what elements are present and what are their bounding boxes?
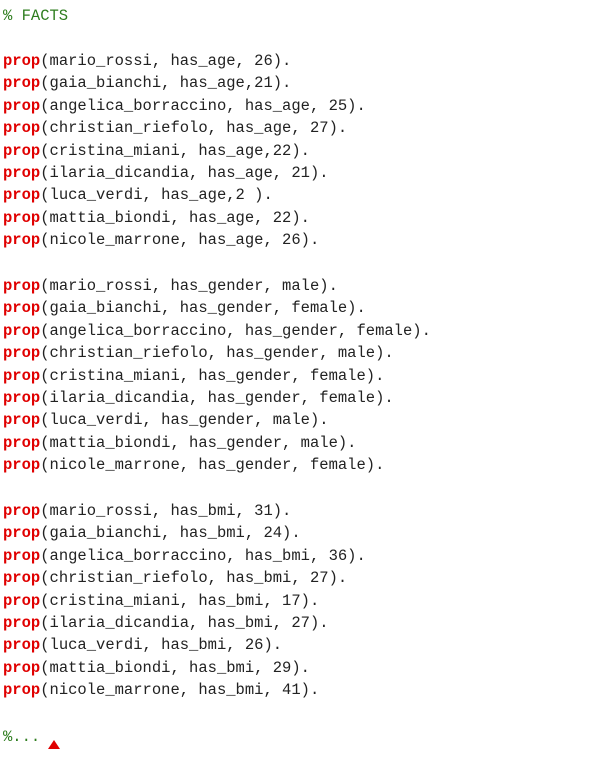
fact-arguments: (christian_riefolo, has_age, 27). xyxy=(40,119,348,138)
keyword-prop: prop xyxy=(3,74,41,93)
keyword-prop: prop xyxy=(3,366,41,385)
fact-arguments: (gaia_bianchi, has_age,21). xyxy=(40,74,292,93)
fact-arguments: (ilaria_dicandia, has_gender, female). xyxy=(40,389,394,407)
code-line-bmi-1: prop(mario_rossi, has_bmi, 31). xyxy=(3,500,291,522)
keyword-prop: prop xyxy=(3,411,41,430)
code-line-bmi-9: prop(nicole_marrone, has_bmi, 41). xyxy=(3,679,319,701)
code-line-bmi-8: prop(mattia_biondi, has_bmi, 29). xyxy=(3,657,310,679)
code-line-bmi-5: prop(cristina_miani, has_bmi, 17). xyxy=(3,590,319,612)
keyword-prop: prop xyxy=(3,658,41,677)
code-line-gender-4: prop(christian_riefolo, has_gender, male… xyxy=(3,342,394,364)
code-line-age-1: prop(mario_rossi, has_age, 26). xyxy=(3,50,291,72)
code-line-gender-8: prop(mattia_biondi, has_gender, male). xyxy=(3,432,356,454)
code-line-gender-5: prop(cristina_miani, has_gender, female)… xyxy=(3,365,384,387)
keyword-prop: prop xyxy=(3,344,41,363)
fact-arguments: (mario_rossi, has_age, 26). xyxy=(40,52,292,70)
keyword-prop: prop xyxy=(3,164,41,182)
keyword-prop: prop xyxy=(3,277,41,295)
keyword-prop: prop xyxy=(3,569,41,588)
header-comment: % FACTS xyxy=(3,7,69,25)
fact-arguments: (mattia_biondi, has_gender, male). xyxy=(40,433,357,452)
keyword-prop: prop xyxy=(3,186,41,205)
code-line-bmi-3: prop(angelica_borraccino, has_bmi, 36). xyxy=(3,545,366,567)
fact-arguments: (cristina_miani, has_bmi, 17). xyxy=(40,591,320,610)
fact-arguments: (luca_verdi, has_age,2 ). xyxy=(40,186,273,205)
keyword-prop: prop xyxy=(3,524,41,543)
keyword-prop: prop xyxy=(3,546,41,565)
keyword-prop: prop xyxy=(3,502,41,520)
fact-arguments: (angelica_borraccino, has_bmi, 36). xyxy=(40,546,366,565)
code-line-age-2: prop(gaia_bianchi, has_age,21). xyxy=(3,72,291,94)
keyword-prop: prop xyxy=(3,321,41,340)
keyword-prop: prop xyxy=(3,119,41,138)
code-line-bmi-6: prop(ilaria_dicandia, has_bmi, 27). xyxy=(3,612,329,634)
fact-arguments: (ilaria_dicandia, has_age, 21). xyxy=(40,164,329,182)
code-line-bmi-2: prop(gaia_bianchi, has_bmi, 24). xyxy=(3,522,301,544)
keyword-prop: prop xyxy=(3,681,41,700)
fact-arguments: (mario_rossi, has_gender, male). xyxy=(40,277,338,295)
fact-arguments: (christian_riefolo, has_gender, male). xyxy=(40,344,394,363)
keyword-prop: prop xyxy=(3,299,41,318)
keyword-prop: prop xyxy=(3,141,41,160)
keyword-prop: prop xyxy=(3,636,41,655)
code-line-gender-3: prop(angelica_borraccino, has_gender, fe… xyxy=(3,320,431,342)
code-line-bmi-4: prop(christian_riefolo, has_bmi, 27). xyxy=(3,567,347,589)
fact-arguments: (cristina_miani, has_gender, female). xyxy=(40,366,385,385)
fact-arguments: (angelica_borraccino, has_age, 25). xyxy=(40,96,366,115)
keyword-prop: prop xyxy=(3,456,41,475)
fact-arguments: (angelica_borraccino, has_gender, female… xyxy=(40,321,431,340)
fact-arguments: (nicole_marrone, has_age, 26). xyxy=(40,231,320,250)
keyword-prop: prop xyxy=(3,231,41,250)
fact-arguments: (gaia_bianchi, has_bmi, 24). xyxy=(40,524,301,543)
code-line-age-6: prop(ilaria_dicandia, has_age, 21). xyxy=(3,162,329,184)
fact-arguments: (luca_verdi, has_gender, male). xyxy=(40,411,329,430)
code-line-age-7: prop(luca_verdi, has_age,2 ). xyxy=(3,184,273,206)
fact-arguments: (nicole_marrone, has_gender, female). xyxy=(40,456,385,475)
code-line-gender-6: prop(ilaria_dicandia, has_gender, female… xyxy=(3,387,394,409)
code-line-age-3: prop(angelica_borraccino, has_age, 25). xyxy=(3,95,366,117)
code-line-age-4: prop(christian_riefolo, has_age, 27). xyxy=(3,117,347,139)
keyword-prop: prop xyxy=(3,96,41,115)
cursor-caret-icon xyxy=(48,740,60,749)
fact-arguments: (cristina_miani, has_age,22). xyxy=(40,141,310,160)
fact-arguments: (mattia_biondi, has_age, 22). xyxy=(40,208,310,227)
code-line-bmi-7: prop(luca_verdi, has_bmi, 26). xyxy=(3,634,282,656)
keyword-prop: prop xyxy=(3,433,41,452)
fact-arguments: (christian_riefolo, has_bmi, 27). xyxy=(40,569,348,588)
code-line-gender-7: prop(luca_verdi, has_gender, male). xyxy=(3,409,329,431)
code-line-age-9: prop(nicole_marrone, has_age, 26). xyxy=(3,229,319,251)
keyword-prop: prop xyxy=(3,614,41,632)
keyword-prop: prop xyxy=(3,52,41,70)
keyword-prop: prop xyxy=(3,389,41,407)
footer-comment: %... xyxy=(3,728,41,746)
fact-arguments: (gaia_bianchi, has_gender, female). xyxy=(40,299,366,318)
keyword-prop: prop xyxy=(3,208,41,227)
code-line-age-8: prop(mattia_biondi, has_age, 22). xyxy=(3,207,310,229)
code-line-gender-2: prop(gaia_bianchi, has_gender, female). xyxy=(3,297,366,319)
code-line-gender-1: prop(mario_rossi, has_gender, male). xyxy=(3,275,338,297)
fact-arguments: (ilaria_dicandia, has_bmi, 27). xyxy=(40,614,329,632)
code-editor[interactable]: % FACTS prop(mario_rossi, has_age, 26). p… xyxy=(0,0,597,758)
fact-arguments: (luca_verdi, has_bmi, 26). xyxy=(40,636,283,655)
fact-arguments: (nicole_marrone, has_bmi, 41). xyxy=(40,681,320,700)
code-line-gender-9: prop(nicole_marrone, has_gender, female)… xyxy=(3,454,384,476)
fact-arguments: (mario_rossi, has_bmi, 31). xyxy=(40,502,292,520)
fact-arguments: (mattia_biondi, has_bmi, 29). xyxy=(40,658,310,677)
keyword-prop: prop xyxy=(3,591,41,610)
code-line-age-5: prop(cristina_miani, has_age,22). xyxy=(3,140,310,162)
